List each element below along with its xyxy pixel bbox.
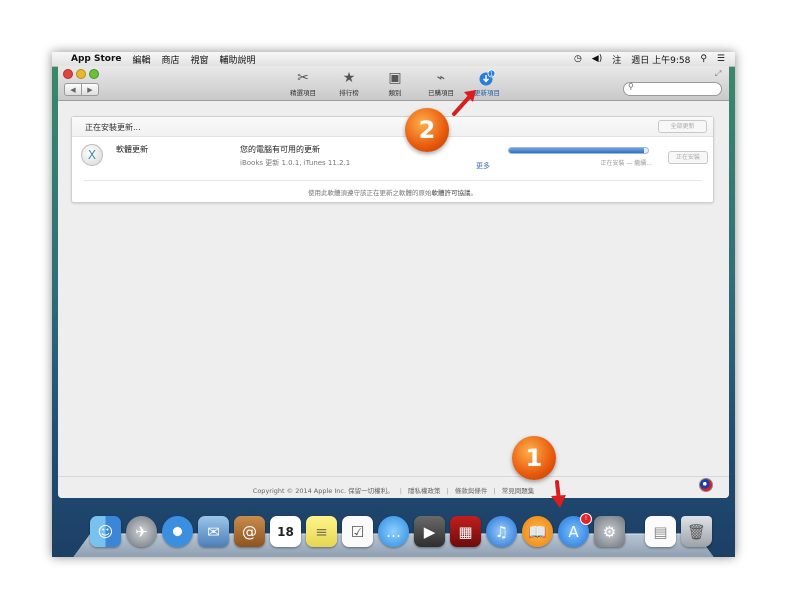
ibooks-icon[interactable]: 📖: [522, 516, 553, 547]
footer-separator: |: [493, 487, 496, 495]
itunes-icon[interactable]: ♫: [486, 516, 517, 547]
footer-separator: |: [446, 487, 449, 495]
update-all-button[interactable]: 全部更新: [658, 120, 707, 133]
app-store-badge: !: [580, 513, 592, 525]
spotlight-icon[interactable]: ⚲: [700, 54, 707, 64]
menu-app-name[interactable]: App Store: [71, 54, 122, 64]
region-flag-icon[interactable]: [699, 478, 713, 492]
close-window-button[interactable]: [63, 69, 73, 79]
system-preferences-icon[interactable]: ⚙: [594, 516, 625, 547]
menu-store[interactable]: 商店: [162, 53, 180, 66]
footer-faq-link[interactable]: 常見問題集: [502, 487, 535, 495]
time-machine-icon[interactable]: ◷: [574, 54, 582, 64]
reminders-icon[interactable]: ☑: [342, 516, 373, 547]
tab-top-charts-label: 排行榜: [339, 89, 359, 97]
window-controls: [63, 69, 99, 79]
update-row: X 軟體更新 您的電腦有可用的更新 iBooks 更新 1.0.1, iTune…: [72, 137, 713, 175]
callout-step-1: 1: [512, 436, 556, 480]
mail-icon[interactable]: ✉: [198, 516, 229, 547]
store-footer: Copyright © 2014 Apple Inc. 保留一切權利。 | 隱私…: [58, 485, 729, 495]
back-button[interactable]: ◀: [64, 83, 82, 96]
chevron-left-icon: ◀: [70, 85, 76, 94]
footer-divider: [58, 476, 729, 477]
install-status: 正在安裝 — 繼續...: [600, 160, 652, 167]
window-titlebar: ◀ ▶ ✂ 精選項目 ★ 排行榜 ▣ 類別 ⌁ 已購項目 1 更新項目 ⚲ ⤢: [58, 66, 729, 101]
update-subtitle: iBooks 更新 1.0.1, iTunes 11.2.1: [240, 159, 351, 167]
safari-icon[interactable]: ✦: [162, 516, 193, 547]
box-icon: ▣: [388, 70, 402, 86]
panel-divider: [84, 180, 702, 181]
dock-icons: ☺ ✈ ✦ ✉ @ 18 ≡ ☑ … ▶ ▦ ♫ 📖 A ! ⚙ ▤ 🗑: [90, 513, 712, 547]
callout-1-arrow-icon: [551, 480, 566, 508]
tab-top-charts[interactable]: ★ 排行榜: [326, 69, 372, 97]
volume-icon[interactable]: ◀): [592, 54, 602, 64]
finder-icon[interactable]: ☺: [90, 516, 121, 547]
tab-featured-label: 精選項目: [290, 89, 316, 97]
more-link[interactable]: 更多: [476, 161, 490, 171]
app-store-dock-icon[interactable]: A !: [558, 513, 592, 547]
footer-copyright: Copyright © 2014 Apple Inc. 保留一切權利。: [252, 487, 394, 495]
menu-clock[interactable]: 週日 上午9:58: [631, 53, 690, 66]
messages-icon[interactable]: …: [378, 516, 409, 547]
trash-icon[interactable]: 🗑: [681, 516, 712, 547]
facetime-icon[interactable]: ▶: [414, 516, 445, 547]
photo-booth-icon[interactable]: ▦: [450, 516, 481, 547]
license-end: 。: [470, 189, 478, 197]
minimize-window-button[interactable]: [76, 69, 86, 79]
footer-privacy-link[interactable]: 隱私權政策: [408, 487, 441, 495]
panel-title: 正在安裝更新...: [85, 123, 141, 132]
tab-featured[interactable]: ✂ 精選項目: [280, 69, 326, 97]
license-text: 使用此軟體須遵守該正在更新之軟體的原始: [308, 189, 432, 197]
search-field[interactable]: ⚲: [623, 82, 722, 96]
forward-button[interactable]: ▶: [82, 83, 99, 96]
installing-button[interactable]: 正在安裝: [668, 151, 708, 164]
menu-bar: App Store 編輯 商店 視窗 輔助說明 ◷ ◀) 注 週日 上午9:58…: [52, 52, 735, 67]
updates-page: 正在安裝更新... 全部更新 X 軟體更新 您的電腦有可用的更新 iBooks …: [58, 101, 729, 498]
installing-updates-panel: 正在安裝更新... 全部更新 X 軟體更新 您的電腦有可用的更新 iBooks …: [71, 116, 714, 203]
desktop-screen: App Store 編輯 商店 視窗 輔助說明 ◷ ◀) 注 週日 上午9:58…: [52, 52, 735, 557]
footer-separator: |: [399, 487, 402, 495]
tab-categories-label: 類別: [388, 89, 402, 97]
updates-badge-count: 1: [490, 71, 493, 77]
dock-separator: [630, 516, 640, 547]
search-icon: ⚲: [628, 82, 634, 91]
documents-stack-icon[interactable]: ▤: [645, 516, 676, 547]
update-download-graphic: 1: [479, 69, 496, 86]
os-x-icon: X: [81, 144, 103, 166]
menu-edit[interactable]: 編輯: [133, 53, 151, 66]
dock: ☺ ✈ ✦ ✉ @ 18 ≡ ☑ … ▶ ▦ ♫ 📖 A ! ⚙ ▤ 🗑: [73, 512, 714, 557]
license-notice: 使用此軟體須遵守該正在更新之軟體的原始軟體許可協議。: [72, 187, 713, 197]
install-progress-fill: [509, 148, 644, 153]
tag-icon: ⌁: [436, 70, 446, 86]
footer-terms-link[interactable]: 條款與條件: [455, 487, 488, 495]
install-progress-bar: [508, 147, 649, 154]
panel-header: 正在安裝更新... 全部更新: [72, 117, 713, 137]
callout-step-2: 2: [405, 108, 449, 152]
menu-window[interactable]: 視窗: [191, 53, 209, 66]
launchpad-icon[interactable]: ✈: [126, 516, 157, 547]
tab-categories[interactable]: ▣ 類別: [372, 69, 418, 97]
menu-help[interactable]: 輔助說明: [220, 53, 256, 66]
zoom-window-button[interactable]: [89, 69, 99, 79]
star-icon: ★: [342, 70, 356, 86]
update-download-icon: 1: [464, 69, 510, 87]
contacts-icon[interactable]: @: [234, 516, 265, 547]
input-method-icon[interactable]: 注: [612, 53, 621, 66]
history-nav: ◀ ▶: [64, 83, 99, 96]
fullscreen-icon[interactable]: ⤢: [715, 69, 721, 79]
scissors-icon: ✂: [297, 70, 309, 86]
update-name: 軟體更新: [116, 145, 148, 154]
app-store-window: ◀ ▶ ✂ 精選項目 ★ 排行榜 ▣ 類別 ⌁ 已購項目 1 更新項目 ⚲ ⤢ …: [58, 66, 729, 498]
chevron-right-icon: ▶: [87, 85, 93, 94]
callout-2-arrow-icon: [452, 90, 476, 116]
notes-icon[interactable]: ≡: [306, 516, 337, 547]
license-link[interactable]: 軟體許可協議: [432, 189, 471, 197]
update-heading: 您的電腦有可用的更新: [240, 145, 320, 154]
calendar-icon[interactable]: 18: [270, 516, 301, 547]
notification-center-icon[interactable]: ☰: [717, 54, 725, 64]
